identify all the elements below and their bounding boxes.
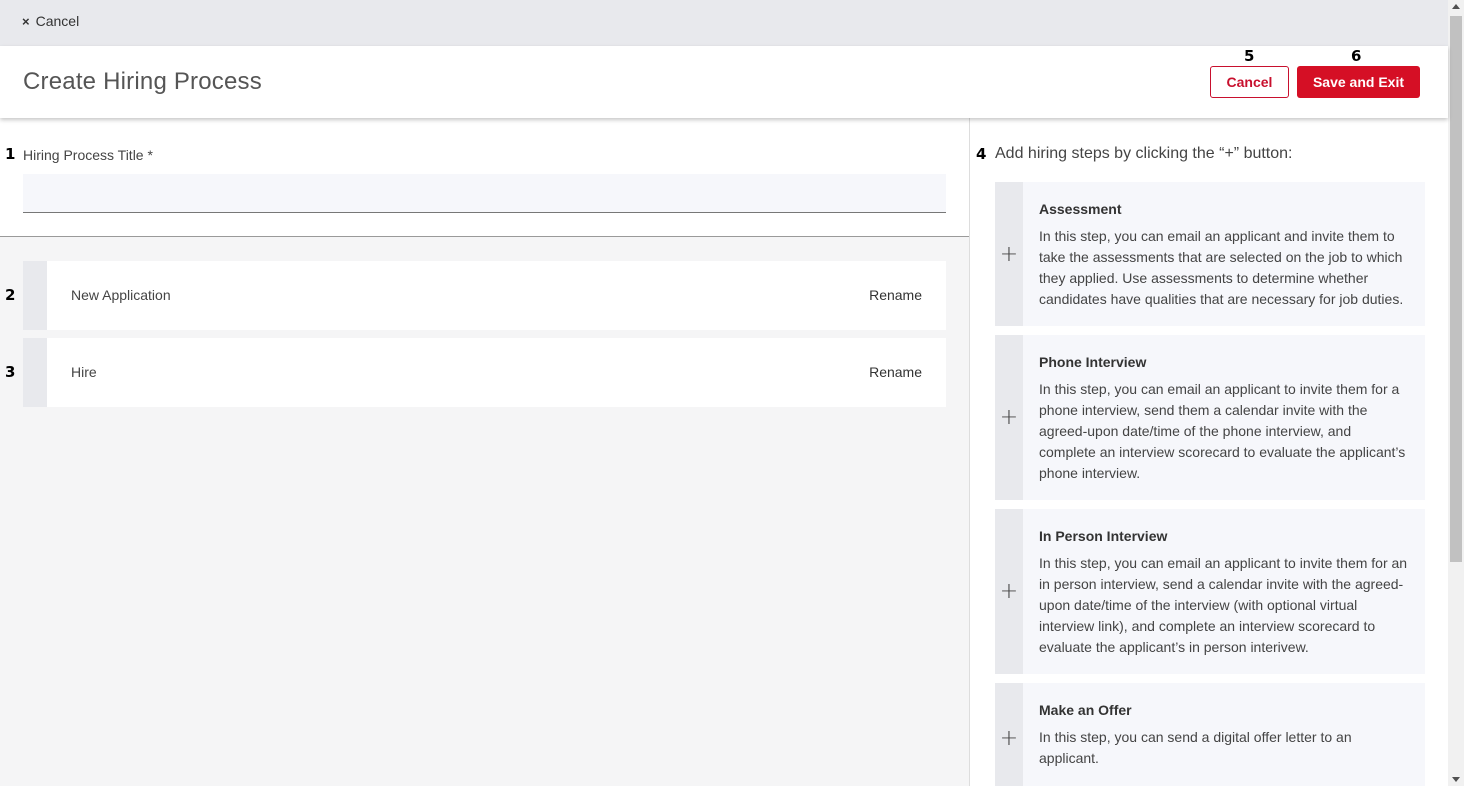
card-description: In this step, you can email an applicant… (1039, 228, 1404, 307)
page-title: Create Hiring Process (23, 68, 262, 95)
card-description: In this step, you can email an applicant… (1039, 555, 1408, 655)
close-icon: × (22, 13, 30, 29)
plus-icon: + (999, 241, 1019, 267)
step-name: Hire (71, 364, 97, 380)
card-title: Assessment (1039, 201, 1122, 217)
card-description: In this step, you can send a digital off… (1039, 729, 1352, 766)
card-title: Phone Interview (1039, 354, 1147, 370)
scroll-up-arrow-icon[interactable] (1452, 4, 1460, 9)
hiring-process-title-input[interactable] (23, 174, 946, 213)
step-card-phone-interview: + Phone Interview In this step, you can … (995, 335, 1425, 500)
marker-3: 3 (5, 363, 16, 381)
close-cancel-link[interactable]: × Cancel (22, 13, 79, 29)
hiring-process-title-label: Hiring Process Title * (23, 147, 153, 163)
title-section: Hiring Process Title * (0, 118, 969, 237)
page-header: Create Hiring Process Cancel Save and Ex… (0, 46, 1448, 118)
scrollbar-thumb[interactable] (1450, 16, 1462, 562)
save-and-exit-button[interactable]: Save and Exit (1297, 66, 1420, 98)
card-description: In this step, you can email an applicant… (1039, 381, 1406, 481)
step-card-assessment: + Assessment In this step, you can email… (995, 182, 1425, 326)
rename-link[interactable]: Rename (869, 364, 922, 380)
drag-handle[interactable] (23, 261, 47, 330)
step-card-in-person-interview: + In Person Interview In this step, you … (995, 509, 1425, 674)
close-cancel-label: Cancel (35, 13, 80, 29)
marker-5: 5 (1244, 47, 1255, 65)
add-steps-panel: Add hiring steps by clicking the “+” but… (969, 118, 1448, 786)
plus-icon: + (999, 405, 1019, 430)
plus-icon: + (999, 579, 1019, 604)
add-steps-instructions: Add hiring steps by clicking the “+” but… (995, 145, 1293, 162)
add-step-button[interactable]: + (995, 683, 1023, 786)
marker-2: 2 (5, 286, 16, 304)
step-name: New Application (71, 287, 171, 303)
add-step-button[interactable]: + (995, 335, 1023, 500)
step-row: Hire Rename (23, 338, 946, 407)
step-row: New Application Rename (23, 261, 946, 330)
drag-handle[interactable] (23, 338, 47, 407)
plus-icon: + (999, 725, 1019, 751)
step-card-make-an-offer: + Make an Offer In this step, you can se… (995, 683, 1425, 786)
marker-4: 4 (976, 145, 987, 163)
top-bar: × Cancel (0, 0, 1448, 46)
rename-link[interactable]: Rename (869, 287, 922, 303)
scroll-down-arrow-icon[interactable] (1452, 777, 1460, 782)
add-step-button[interactable]: + (995, 182, 1023, 326)
card-title: In Person Interview (1039, 528, 1168, 544)
cancel-button[interactable]: Cancel (1210, 66, 1289, 98)
marker-1: 1 (5, 145, 16, 163)
card-title: Make an Offer (1039, 702, 1132, 718)
marker-6: 6 (1351, 47, 1362, 65)
page-scrollbar[interactable] (1448, 0, 1464, 786)
add-step-button[interactable]: + (995, 509, 1023, 674)
